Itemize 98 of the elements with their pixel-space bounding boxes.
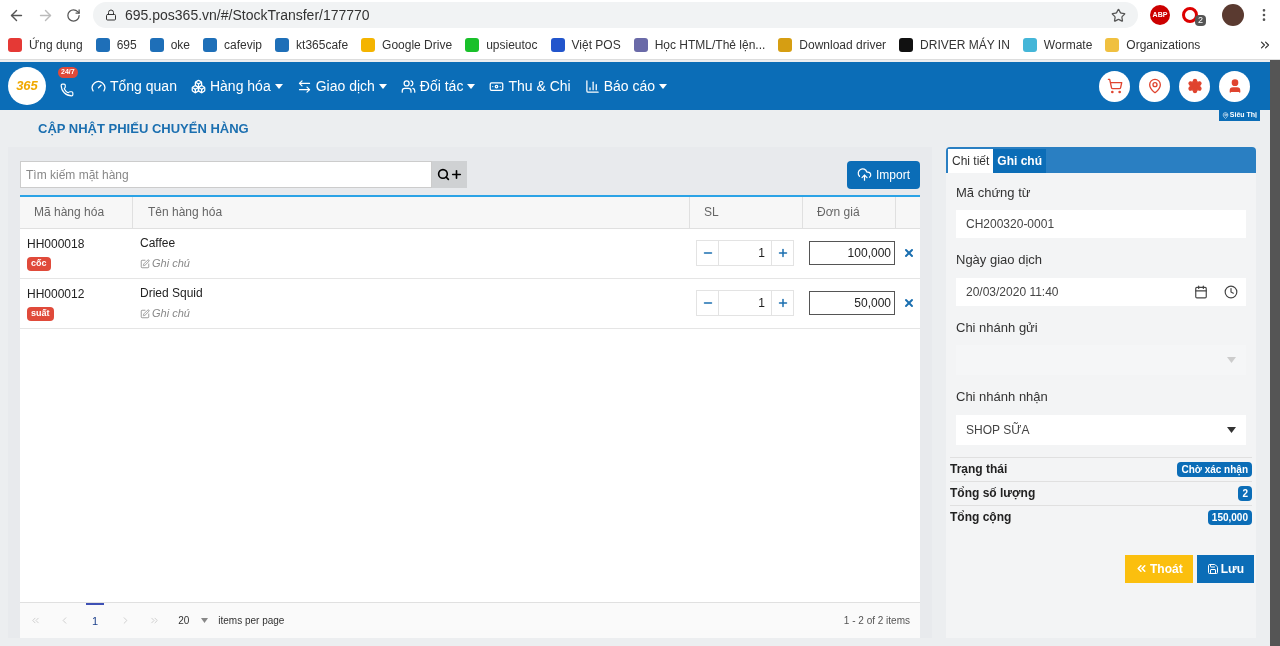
bookmark-link[interactable]: Việt POS xyxy=(571,35,621,54)
avatar[interactable] xyxy=(1222,4,1244,26)
nav-menu[interactable]: Báo cáo xyxy=(577,75,675,97)
bookmark-link[interactable]: DRIVER MÁY IN xyxy=(920,35,1010,54)
cart-button[interactable] xyxy=(1099,70,1130,102)
plus-icon xyxy=(449,168,463,181)
remove-button[interactable] xyxy=(903,297,915,309)
caret-icon xyxy=(201,618,209,623)
extension-badge: 2 xyxy=(1195,15,1206,26)
unit-tag: cốc xyxy=(27,257,51,271)
star-icon[interactable] xyxy=(1111,7,1126,23)
page-size-label: items per page xyxy=(218,614,285,628)
search-icon xyxy=(436,168,450,181)
search-field[interactable]: Tìm kiếm mặt hàng xyxy=(20,161,432,188)
lock-icon xyxy=(105,9,117,21)
note-link[interactable]: Ghi chú xyxy=(140,305,190,322)
price-field[interactable]: 100,000 xyxy=(809,241,895,265)
column-header: Mã hàng hóa xyxy=(20,196,133,228)
calendar-icon[interactable] xyxy=(1194,284,1208,299)
clock-icon[interactable] xyxy=(1224,284,1238,299)
caret-icon xyxy=(467,83,476,89)
bookmark-link[interactable]: 695 xyxy=(116,35,137,54)
column-header: Tên hàng hóa xyxy=(133,196,690,228)
tab[interactable]: Chi tiết xyxy=(948,148,994,173)
caret-icon xyxy=(659,83,668,89)
remove-button[interactable] xyxy=(903,247,915,259)
summary-value: Chờ xác nhận xyxy=(1177,461,1252,477)
column-header: Đơn giá xyxy=(803,196,896,228)
bookmark-link[interactable]: upsieutoc xyxy=(486,35,538,54)
settings-button[interactable] xyxy=(1179,70,1210,102)
item-code: HH000018 xyxy=(27,236,85,254)
bookmark-link[interactable]: Ứng dụng xyxy=(29,35,83,54)
tab[interactable]: Ghi chú xyxy=(993,148,1047,173)
gear-icon xyxy=(1186,78,1203,94)
arrows-icon xyxy=(296,78,312,94)
import-button[interactable]: Import xyxy=(847,160,920,189)
pin-icon xyxy=(1146,78,1163,94)
boxes-icon xyxy=(190,78,206,94)
caret-icon xyxy=(274,83,283,89)
address-bar[interactable]: 695.pos365.vn/#/StockTransfer/177770 xyxy=(93,2,1138,28)
scrollbar[interactable] xyxy=(1270,60,1280,646)
bar-chart-icon xyxy=(584,78,600,94)
cart-icon xyxy=(1106,78,1123,94)
note-link[interactable]: Ghi chú xyxy=(140,255,190,272)
pin-icon xyxy=(1221,111,1229,119)
bookmark-link[interactable]: Organizations xyxy=(1126,35,1201,54)
bookmark-link[interactable]: Học HTML/Thẻ lện... xyxy=(654,35,766,54)
caret-icon xyxy=(378,83,387,89)
pagination-summary: 1 - 2 of 2 items xyxy=(843,614,910,628)
location-button[interactable] xyxy=(1139,70,1170,102)
double-chevron-icon xyxy=(1134,562,1148,575)
nav-menu[interactable]: Giao dịch xyxy=(289,75,394,97)
close-icon xyxy=(903,297,915,309)
pen-icon xyxy=(140,308,150,319)
date-value: 20/03/2020 11:40 xyxy=(966,283,1059,301)
page-link[interactable]: 1 xyxy=(86,602,105,639)
nav-menu[interactable]: Thu & Chi xyxy=(482,75,578,97)
save-icon xyxy=(1206,562,1219,575)
pen-icon xyxy=(140,258,150,269)
field-label: Chi nhánh nhận xyxy=(956,388,1049,406)
item-name: Caffee xyxy=(140,235,176,253)
select-field[interactable]: SHOP SỮA xyxy=(956,414,1246,445)
bookmark-link[interactable]: kt365cafe xyxy=(296,35,349,54)
item-code: HH000012 xyxy=(27,286,85,304)
cloud-upload-icon xyxy=(857,167,872,182)
summary-value: 2 xyxy=(1238,485,1252,501)
unit-tag: suất xyxy=(27,307,54,321)
bookmark-link[interactable]: Google Drive xyxy=(382,35,453,54)
field-label: Ngày giao dịch xyxy=(956,251,1043,269)
summary-label: Tổng số lượng xyxy=(950,485,1036,502)
date-field[interactable]: 20/03/2020 11:40 xyxy=(956,277,1246,306)
summary-value: 150,000 xyxy=(1207,509,1252,525)
user-button[interactable] xyxy=(1219,70,1250,102)
input-field[interactable]: CH200320-0001 xyxy=(956,210,1246,238)
price-field[interactable]: 50,000 xyxy=(809,291,895,315)
item-name: Dried Squid xyxy=(140,285,203,303)
save-button[interactable]: Lưu xyxy=(1196,554,1254,583)
caret-icon xyxy=(1227,426,1236,433)
nav-menu[interactable]: Đối tác xyxy=(393,75,483,97)
summary-label: Tổng cộng xyxy=(950,509,1012,526)
bookmark-link[interactable]: cafevip xyxy=(224,35,263,54)
bookmark-link[interactable]: oke xyxy=(170,35,190,54)
column-header: SL xyxy=(690,196,803,228)
summary-label: Trạng thái xyxy=(950,461,1008,478)
bookmark-link[interactable]: Download driver xyxy=(799,35,887,54)
page-title: CẬP NHẬT PHIẾU CHUYỂN HÀNG xyxy=(38,119,249,138)
users-icon xyxy=(400,78,416,94)
search-add-button[interactable] xyxy=(432,161,467,188)
nav-menu[interactable]: Tổng quan xyxy=(84,75,184,97)
field-label: Chi nhánh gửi xyxy=(956,318,1039,337)
bookmark-link[interactable]: Wormate xyxy=(1043,35,1093,54)
phone-icon[interactable] xyxy=(60,83,74,97)
reload-icon[interactable] xyxy=(66,7,81,23)
page-size-select[interactable]: 20 xyxy=(178,613,209,628)
close-icon xyxy=(903,247,915,259)
nav-menu[interactable]: Hàng hóa xyxy=(183,75,290,97)
gauge-icon xyxy=(91,78,106,94)
field-label: Mã chứng từ xyxy=(956,183,1032,202)
